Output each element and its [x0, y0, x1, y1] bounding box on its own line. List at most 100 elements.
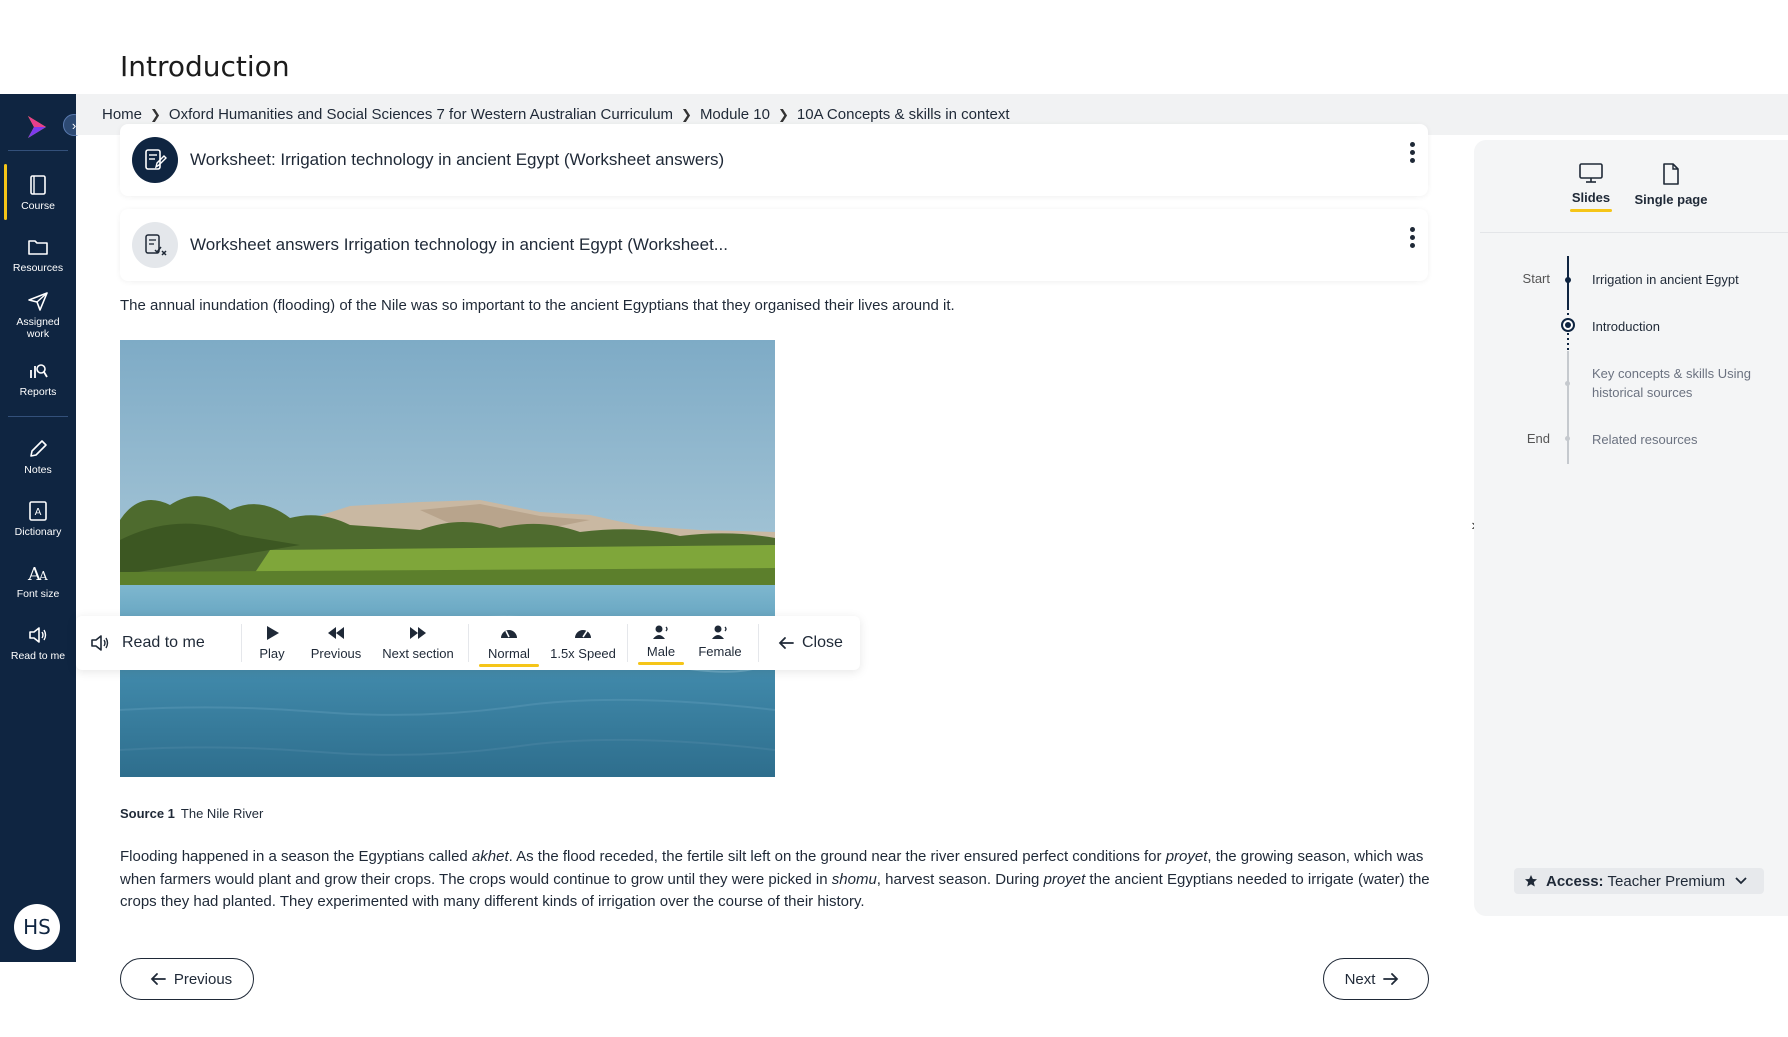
speedometer-icon [501, 630, 517, 638]
sidebar-item-label: Course [21, 200, 55, 212]
timeline-dot [1565, 381, 1570, 386]
worksheet-card[interactable]: Worksheet answers Irrigation technology … [120, 209, 1428, 281]
avatar[interactable]: HS [14, 904, 60, 950]
previous-button[interactable]: Previous [120, 958, 254, 1000]
female-voice-button[interactable]: Female [692, 624, 748, 659]
previous-section-button[interactable]: Previous [306, 624, 366, 661]
svg-text:A: A [38, 569, 48, 583]
next-button[interactable]: Next [1323, 958, 1429, 1000]
folder-icon [28, 240, 48, 255]
sidebar-item-font-size[interactable]: AA Font size [0, 562, 76, 600]
sidebar: › Course Resources Assigned work Reports… [0, 94, 85, 962]
sidebar-item-label: Assigned work [16, 316, 60, 340]
sidebar-item-label: Reports [19, 386, 57, 398]
breadcrumb-module[interactable]: Module 10 [700, 106, 770, 123]
worksheet-edit-icon [132, 137, 178, 183]
sidebar-item-label: Dictionary [14, 526, 62, 538]
caption-text: The Nile River [180, 806, 264, 821]
female-voice-label: Female [698, 644, 742, 659]
sidebar-item-read-to-me[interactable]: Read to me [0, 624, 76, 662]
worksheet-card[interactable]: Worksheet: Irrigation technology in anci… [120, 124, 1428, 196]
fast-speed-button[interactable]: 1.5x Speed [547, 624, 619, 661]
next-section-button[interactable]: Next section [376, 624, 460, 661]
next-section-label: Next section [382, 646, 454, 661]
image-caption: Source 1 The Nile River [120, 806, 263, 821]
page-icon [1663, 163, 1679, 185]
tab-single-page[interactable]: Single page [1634, 162, 1708, 207]
toolbar-divider [468, 624, 469, 662]
send-icon [28, 292, 48, 311]
pencil-icon [30, 440, 47, 457]
breadcrumb-home[interactable]: Home [102, 106, 142, 123]
timeline-dot [1565, 277, 1571, 283]
read-to-me-label: Read to me [90, 616, 205, 670]
body-text: Flooding happened in a season the Egypti… [120, 848, 472, 865]
term-akhet: akhet [471, 848, 509, 865]
sidebar-item-assigned-work[interactable]: Assigned work [0, 290, 76, 340]
body-text: , harvest season. During [876, 870, 1044, 888]
tab-slides[interactable]: Slides [1570, 162, 1612, 212]
close-read-to-me-button[interactable]: Close [778, 616, 843, 670]
read-to-me-toolbar: Read to me Play Previous Next section No… [76, 616, 860, 670]
normal-speed-label: Normal [488, 646, 530, 661]
speedometer-icon [575, 630, 591, 638]
timeline-line [1567, 256, 1569, 464]
breadcrumb-course[interactable]: Oxford Humanities and Social Sciences 7 … [169, 106, 673, 123]
play-button[interactable]: Play [250, 624, 294, 661]
app-logo[interactable] [22, 112, 52, 142]
term-proyet: proyet [1043, 870, 1086, 888]
sidebar-item-resources[interactable]: Resources [0, 236, 76, 274]
timeline-item[interactable]: Key concepts & skills Using historical s… [1592, 364, 1772, 402]
worksheet-title[interactable]: Worksheet answers Irrigation technology … [190, 235, 728, 255]
read-to-me-text: Read to me [122, 634, 205, 651]
timeline-dot [1565, 436, 1570, 441]
normal-speed-button[interactable]: Normal [479, 624, 539, 667]
fast-speed-label: 1.5x Speed [550, 646, 616, 661]
toolbar-divider [758, 624, 759, 662]
arrow-right-icon [1383, 973, 1399, 985]
speaker-icon [29, 627, 47, 643]
dictionary-icon: A [29, 501, 47, 521]
toolbar-divider [627, 624, 628, 662]
panel-divider [1480, 232, 1788, 233]
timeline-item[interactable]: Related resources [1592, 430, 1772, 449]
caption-label: Source 1 [120, 806, 175, 821]
play-label: Play [259, 646, 285, 661]
previous-button-label: Previous [173, 970, 233, 988]
chevron-right-icon: ❯ [681, 106, 692, 122]
male-voice-button[interactable]: Male [638, 624, 684, 665]
sidebar-item-course[interactable]: Course [0, 164, 76, 220]
sidebar-item-dictionary[interactable]: A Dictionary [0, 500, 76, 538]
timeline-item-current[interactable]: Introduction [1592, 317, 1772, 336]
worksheet-title[interactable]: Worksheet: Irrigation technology in anci… [190, 150, 724, 170]
body-paragraph: Flooding happened in a season the Egypti… [120, 846, 1432, 914]
arrow-left-icon [778, 637, 794, 649]
sidebar-item-notes[interactable]: Notes [0, 438, 76, 476]
chevron-right-icon: ❯ [778, 106, 789, 122]
sidebar-item-label: Read to me [10, 650, 66, 662]
intro-paragraph: The annual inundation (flooding) of the … [120, 297, 955, 314]
book-icon [30, 175, 46, 195]
timeline-item[interactable]: Irrigation in ancient Egypt [1592, 270, 1772, 289]
male-voice-label: Male [646, 644, 676, 659]
worksheet-answers-icon [132, 222, 178, 268]
more-options-icon[interactable] [1406, 142, 1418, 166]
sidebar-item-label: Resources [12, 262, 64, 274]
nile-river-image [120, 340, 775, 777]
timeline-current-dot [1561, 318, 1575, 332]
speaker-icon [91, 635, 109, 651]
term-shomu: shomu [831, 870, 877, 888]
reports-icon [30, 364, 48, 378]
font-size-icon: AA [27, 564, 48, 584]
sidebar-item-reports[interactable]: Reports [0, 360, 76, 398]
monitor-icon [1579, 163, 1603, 183]
chevron-down-icon [1735, 877, 1747, 885]
breadcrumb-section[interactable]: 10A Concepts & skills in context [797, 106, 1010, 123]
rewind-icon [328, 627, 344, 639]
chevron-right-icon: ❯ [150, 106, 161, 122]
access-dropdown[interactable]: Access: Teacher Premium [1514, 868, 1764, 894]
star-icon [1525, 875, 1537, 887]
right-panel: Slides Single page Start End Irrigation … [1474, 140, 1788, 916]
body-text: . As the flood receded, the fertile silt… [508, 848, 1166, 865]
more-options-icon[interactable] [1406, 227, 1418, 251]
